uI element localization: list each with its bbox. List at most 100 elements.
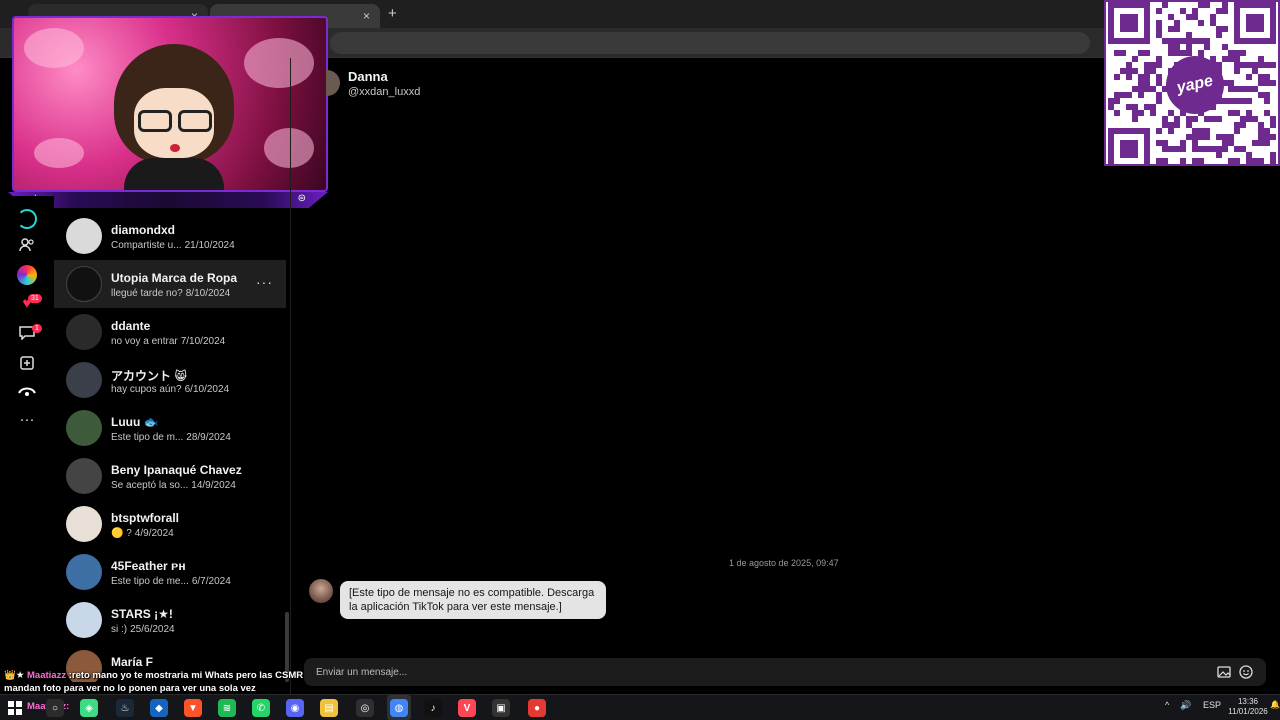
conversation-name: ddante bbox=[111, 319, 151, 333]
divider bbox=[290, 58, 291, 694]
profile-icon[interactable] bbox=[16, 380, 38, 402]
preview-text: hay cupos aún? bbox=[111, 384, 182, 395]
search-icon[interactable]: ○ bbox=[46, 699, 64, 717]
conversation-avatar[interactable] bbox=[66, 458, 102, 494]
conversation-preview: 🟡 ? 4/9/2024 bbox=[111, 528, 174, 539]
gift-badge: 31 bbox=[28, 294, 42, 303]
preview-date: 8/10/2024 bbox=[185, 288, 231, 299]
windows-start-icon[interactable] bbox=[6, 699, 24, 717]
system-clock[interactable]: 13:36 11/01/2026 bbox=[1224, 697, 1272, 717]
conversation-list: diamondxd Compartiste u... 21/10/2024 Utopi… bbox=[54, 212, 286, 682]
conversation-preview: llegué tarde no? 8/10/2024 bbox=[111, 288, 230, 299]
new-tab-button[interactable]: + bbox=[388, 5, 397, 22]
conversation-avatar[interactable] bbox=[66, 602, 102, 638]
emoji-icon[interactable] bbox=[1238, 664, 1254, 680]
preview-text: 🟡 ? bbox=[111, 528, 132, 539]
discord-icon[interactable]: ◉ bbox=[286, 699, 304, 717]
circle-refresh-icon[interactable] bbox=[16, 208, 38, 230]
language-indicator[interactable]: ESP bbox=[1203, 700, 1221, 710]
files-icon[interactable]: ▤ bbox=[320, 699, 338, 717]
preview-text: Se aceptó la so... bbox=[111, 480, 189, 491]
webcam-overlay: ★ ⊜ bbox=[8, 14, 328, 210]
message-composer bbox=[304, 658, 1266, 686]
people-icon[interactable] bbox=[16, 234, 38, 256]
preview-date: 4/9/2024 bbox=[134, 528, 174, 539]
conversation-item[interactable]: Utopia Marca de Ropa llegué tarde no? 8/10… bbox=[54, 260, 286, 308]
android-icon[interactable]: ◈ bbox=[80, 699, 98, 717]
blossom-decoration bbox=[24, 28, 84, 68]
more-options-icon[interactable]: ··· bbox=[256, 274, 273, 290]
close-icon[interactable]: × bbox=[363, 9, 370, 23]
blossom-decoration bbox=[264, 128, 314, 168]
conversation-avatar[interactable] bbox=[66, 266, 102, 302]
tray-chevron-icon[interactable]: ^ bbox=[1165, 700, 1169, 710]
app-icon[interactable]: ◆ bbox=[150, 699, 168, 717]
preview-date: 14/9/2024 bbox=[191, 480, 236, 491]
preview-date: 7/10/2024 bbox=[180, 336, 226, 347]
chrome-icon[interactable]: ◍ bbox=[390, 699, 408, 717]
tiktok-icon[interactable]: ♪ bbox=[424, 699, 442, 717]
conversation-preview: Este tipo de m... 28/9/2024 bbox=[111, 432, 231, 443]
chat-contact-name[interactable]: Danna bbox=[348, 69, 388, 84]
preview-text: Este tipo de m... bbox=[111, 432, 184, 443]
conversation-item[interactable]: STARS ¡★! si :) 25/6/2024 bbox=[54, 596, 286, 644]
vtuber-mouth bbox=[170, 144, 180, 152]
glasses-icon bbox=[178, 110, 212, 132]
conversation-item[interactable]: btsptwforall 🟡 ? 4/9/2024 bbox=[54, 500, 286, 548]
obs-icon[interactable]: ◎ bbox=[356, 699, 374, 717]
valorant-icon[interactable]: V bbox=[458, 699, 476, 717]
sender-avatar[interactable] bbox=[309, 579, 333, 603]
conversation-item[interactable]: アカウント 😸 hay cupos aún? 6/10/2024 bbox=[54, 356, 286, 404]
add-icon[interactable] bbox=[16, 352, 38, 374]
image-icon[interactable] bbox=[1216, 664, 1232, 680]
volume-icon[interactable]: 🔊 bbox=[1180, 700, 1191, 711]
conversation-name: María F bbox=[111, 655, 154, 669]
conversation-name: btsptwforall bbox=[111, 511, 179, 525]
conversation-name: Utopia Marca de Ropa bbox=[111, 271, 238, 285]
message-input[interactable] bbox=[316, 664, 1196, 680]
conversation-item[interactable]: Luuu 🐟 Este tipo de m... 28/9/2024 bbox=[54, 404, 286, 452]
notification-bell-icon[interactable]: 🔔 bbox=[1270, 700, 1280, 709]
conversation-item[interactable]: Beny Ipanaqué Chavez Se aceptó la so... 14… bbox=[54, 452, 286, 500]
conversation-avatar[interactable] bbox=[66, 218, 102, 254]
spotify-icon[interactable]: ≋ bbox=[218, 699, 236, 717]
conversation-item[interactable]: 45Feather ᴘʜ Este tipo de me... 6/7/2024 bbox=[54, 548, 286, 596]
red-app-icon[interactable]: ● bbox=[528, 699, 546, 717]
conversation-avatar[interactable] bbox=[66, 410, 102, 446]
preview-text: Este tipo de me... bbox=[111, 576, 189, 587]
preview-date: 21/10/2024 bbox=[184, 240, 235, 251]
conversation-name: Luuu 🐟 bbox=[111, 415, 159, 429]
whatsapp-icon[interactable]: ✆ bbox=[252, 699, 270, 717]
preview-date: 6/7/2024 bbox=[191, 576, 231, 587]
conversation-avatar[interactable] bbox=[66, 314, 102, 350]
conversation-item[interactable]: diamondxd Compartiste u... 21/10/2024 bbox=[54, 212, 286, 260]
left-nav-rail: ♥ 31 1 ··· bbox=[0, 196, 54, 694]
steam-icon[interactable]: ♨ bbox=[116, 699, 134, 717]
chat-contact-handle: @xxdan_luxxd bbox=[348, 86, 421, 98]
conversation-preview: Se aceptó la so... 14/9/2024 bbox=[111, 480, 236, 491]
webcam-frame bbox=[12, 16, 328, 192]
conversation-item[interactable]: ddante no voy a entrar 7/10/2024 bbox=[54, 308, 286, 356]
clock-date: 11/01/2026 bbox=[1228, 707, 1268, 716]
conversation-name: STARS ¡★! bbox=[111, 607, 173, 621]
conversation-avatar[interactable] bbox=[66, 506, 102, 542]
colorful-ball-icon[interactable] bbox=[16, 264, 38, 286]
url-field[interactable] bbox=[330, 32, 1090, 54]
preview-text: si :) bbox=[111, 624, 128, 635]
message-timestamp: 1 de agosto de 2025, 09:47 bbox=[729, 558, 839, 568]
glasses-icon bbox=[138, 110, 172, 132]
message-bubble: [Este tipo de mensaje no es compatible. … bbox=[340, 581, 606, 619]
conversation-avatar[interactable] bbox=[66, 554, 102, 590]
inbox-badge: 1 bbox=[32, 324, 42, 333]
brave-icon[interactable]: ▼ bbox=[184, 699, 202, 717]
yape-qr-code: yape bbox=[1104, 0, 1280, 166]
stream-chat-overlay: 👑★ Maatiazz :reto mano yo te mostraria m… bbox=[4, 669, 314, 695]
crown-icon: 👑★ bbox=[4, 670, 27, 681]
more-icon[interactable]: ··· bbox=[16, 408, 38, 430]
media-icon[interactable]: ▣ bbox=[492, 699, 510, 717]
conversation-preview: Este tipo de me... 6/7/2024 bbox=[111, 576, 231, 587]
conversation-avatar[interactable] bbox=[66, 362, 102, 398]
chat-avatar[interactable] bbox=[326, 70, 340, 96]
preview-text: no voy a entrar bbox=[111, 336, 178, 347]
preview-date: 6/10/2024 bbox=[184, 384, 230, 395]
